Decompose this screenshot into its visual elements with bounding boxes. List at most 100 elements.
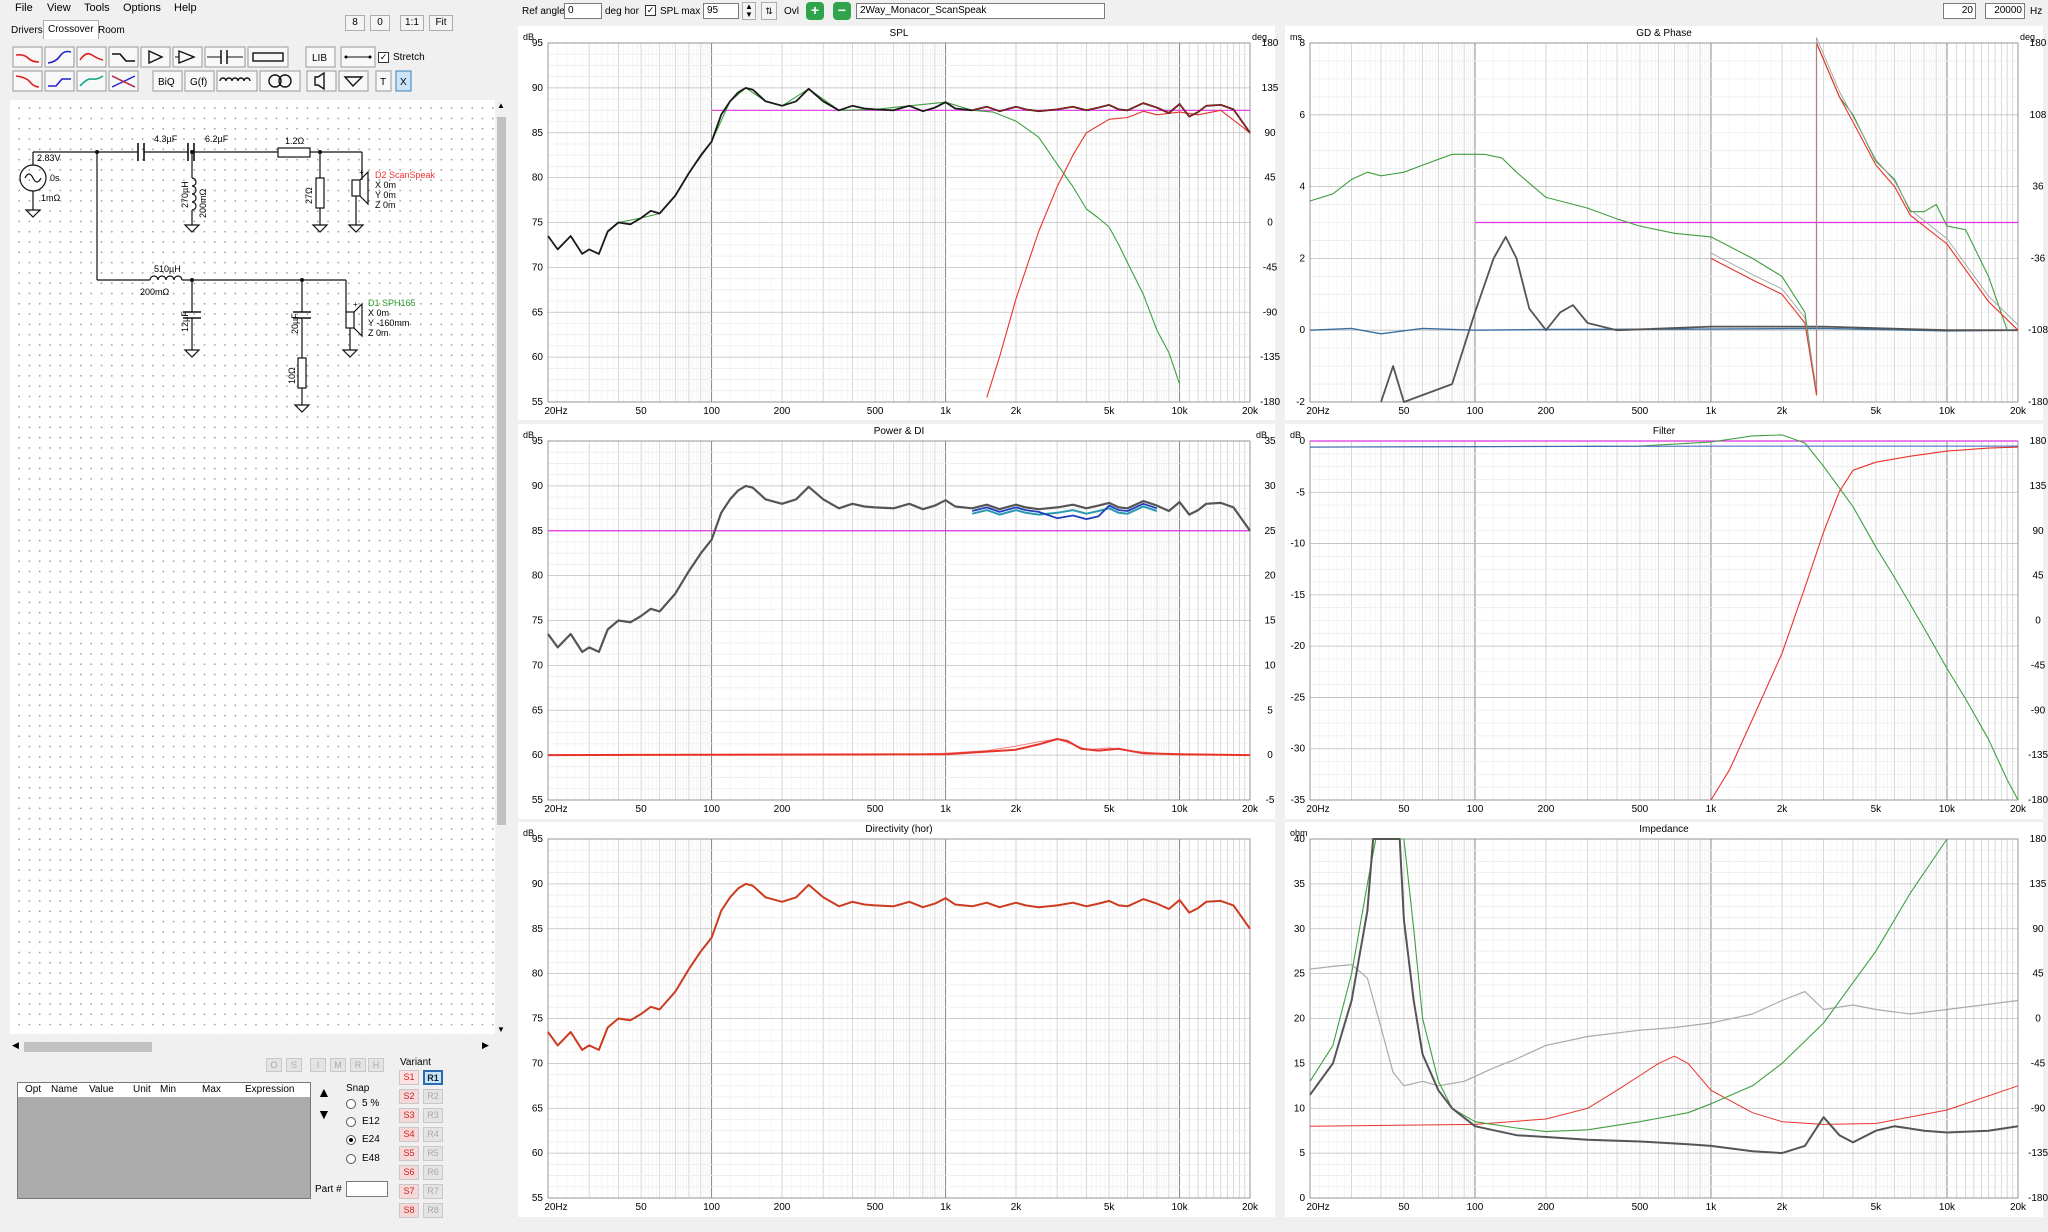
gd-x-tick: 5k — [1871, 406, 1883, 417]
graphs-area: SPLdB deg95908580757065605518013590450-45… — [518, 26, 2048, 1217]
power-y2-tick: 35 — [1264, 436, 1276, 447]
power-x-tick: 500 — [867, 804, 884, 815]
spl-y-tick: 90 — [532, 83, 544, 94]
graph-gd[interactable]: GD & Phasems deg86420-218010836-36-108-18… — [1285, 26, 2048, 420]
power-x-tick: 1k — [940, 804, 952, 815]
spl-y-tick: 75 — [532, 218, 544, 229]
filter-y2-tick: 45 — [2032, 571, 2044, 582]
graph-power[interactable]: Power & DIdB dB95908580757065605535302520… — [518, 424, 1276, 819]
dir-x-tick: 20k — [1242, 1202, 1259, 1213]
imp-y-tick: 40 — [1294, 834, 1306, 845]
power-graph-title: Power & DI — [874, 426, 925, 437]
dir-y-tick: 90 — [532, 879, 544, 890]
filter-x-tick: 50 — [1398, 804, 1410, 815]
imp-x-tick: 200 — [1538, 1202, 1555, 1213]
filter-y2-tick: -135 — [2028, 750, 2048, 761]
dir-y-tick: 85 — [532, 924, 544, 935]
power-y-tick: 80 — [532, 571, 544, 582]
spl-y2-tick: -45 — [1263, 262, 1278, 273]
imp-y2-tick: 90 — [2032, 924, 2044, 935]
imp-y2-tick: 45 — [2032, 969, 2044, 980]
filter-y2-tick: 135 — [2030, 481, 2047, 492]
gd-x-tick: 500 — [1632, 406, 1649, 417]
gd-y2-tick: -36 — [2031, 253, 2046, 264]
power-y2-tick: 0 — [1267, 750, 1273, 761]
dir-x-tick: 100 — [703, 1202, 720, 1213]
spl-x-tick: 20k — [1242, 406, 1259, 417]
filter-y2-tick: 0 — [2035, 616, 2041, 627]
filter-x-tick: 100 — [1467, 804, 1484, 815]
imp-y2-tick: 135 — [2030, 879, 2047, 890]
imp-y2-tick: -180 — [2028, 1193, 2048, 1204]
gd-y-tick: 0 — [1299, 325, 1305, 336]
power-y-tick: 90 — [532, 481, 544, 492]
gd-graph-title: GD & Phase — [1636, 28, 1692, 39]
spl-y2-tick: -135 — [1260, 352, 1280, 363]
power-y-tick: 55 — [532, 795, 544, 806]
power-y2-tick: 5 — [1267, 705, 1273, 716]
power-x-tick: 200 — [774, 804, 791, 815]
filter-y2-tick: 180 — [2030, 436, 2047, 447]
graph-dir[interactable]: Directivity (hor)dB95908580757065605520H… — [518, 822, 1275, 1217]
power-x-tick: 20Hz — [544, 804, 567, 815]
power-x-tick: 50 — [636, 804, 648, 815]
spl-y-tick: 70 — [532, 262, 544, 273]
graph-spl[interactable]: SPLdB deg95908580757065605518013590450-45… — [518, 26, 1280, 420]
gd-y2-tick: -108 — [2028, 325, 2048, 336]
power-y2-tick: 25 — [1264, 526, 1276, 537]
spl-y2-tick: 180 — [1262, 38, 1279, 49]
imp-x-tick: 20k — [2010, 1202, 2027, 1213]
gd-x-tick: 10k — [1939, 406, 1956, 417]
filter-y-tick: -35 — [1291, 795, 1306, 806]
filter-y2-tick: -45 — [2031, 660, 2046, 671]
spl-x-tick: 500 — [867, 406, 884, 417]
filter-y2-tick: 90 — [2032, 526, 2044, 537]
gd-x-tick: 50 — [1398, 406, 1410, 417]
power-y2-tick: 15 — [1264, 616, 1276, 627]
imp-x-tick: 50 — [1398, 1202, 1410, 1213]
dir-y-tick: 75 — [532, 1014, 544, 1025]
filter-x-tick: 10k — [1939, 804, 1956, 815]
spl-y2-tick: 135 — [1262, 83, 1279, 94]
imp-x-tick: 5k — [1871, 1202, 1883, 1213]
spl-x-tick: 5k — [1104, 406, 1116, 417]
gd-y-tick: 2 — [1299, 253, 1305, 264]
filter-x-tick: 20Hz — [1306, 804, 1329, 815]
power-y-tick: 60 — [532, 750, 544, 761]
spl-x-tick: 20Hz — [544, 406, 567, 417]
dir-x-tick: 200 — [774, 1202, 791, 1213]
imp-x-tick: 100 — [1467, 1202, 1484, 1213]
filter-y-tick: 0 — [1299, 436, 1305, 447]
power-y-tick: 85 — [532, 526, 544, 537]
dir-y-tick: 80 — [532, 969, 544, 980]
graph-imp[interactable]: Impedanceohm403530252015105018013590450-… — [1285, 822, 2048, 1217]
graph-filter[interactable]: FilterdB0-5-10-15-20-25-30-3518013590450… — [1285, 424, 2048, 819]
spl-y-tick: 80 — [532, 173, 544, 184]
gd-x-tick: 20k — [2010, 406, 2027, 417]
gd-y2-tick: 108 — [2030, 110, 2047, 121]
filter-x-tick: 2k — [1777, 804, 1789, 815]
dir-y-tick: 55 — [532, 1193, 544, 1204]
dir-x-tick: 500 — [867, 1202, 884, 1213]
gd-y2-tick: 36 — [2032, 182, 2044, 193]
filter-x-tick: 1k — [1706, 804, 1718, 815]
spl-x-tick: 1k — [940, 406, 952, 417]
spl-x-tick: 50 — [636, 406, 648, 417]
dir-y-tick: 95 — [532, 834, 544, 845]
gd-y2-tick: -180 — [2028, 397, 2048, 408]
filter-y-tick: -20 — [1291, 641, 1306, 652]
gd-x-tick: 2k — [1777, 406, 1789, 417]
gd-y-tick: -2 — [1296, 397, 1305, 408]
dir-x-tick: 2k — [1011, 1202, 1023, 1213]
imp-y2-tick: -135 — [2028, 1148, 2048, 1159]
imp-x-tick: 500 — [1632, 1202, 1649, 1213]
imp-y2-tick: 0 — [2035, 1014, 2041, 1025]
dir-x-tick: 20Hz — [544, 1202, 567, 1213]
gd-y-tick: 8 — [1299, 38, 1305, 49]
spl-x-tick: 200 — [774, 406, 791, 417]
filter-y2-tick: -180 — [2028, 795, 2048, 806]
imp-y2-tick: 180 — [2030, 834, 2047, 845]
filter-y-tick: -30 — [1291, 744, 1306, 755]
spl-y2-tick: 90 — [1264, 128, 1276, 139]
imp-graph-title: Impedance — [1639, 824, 1689, 835]
